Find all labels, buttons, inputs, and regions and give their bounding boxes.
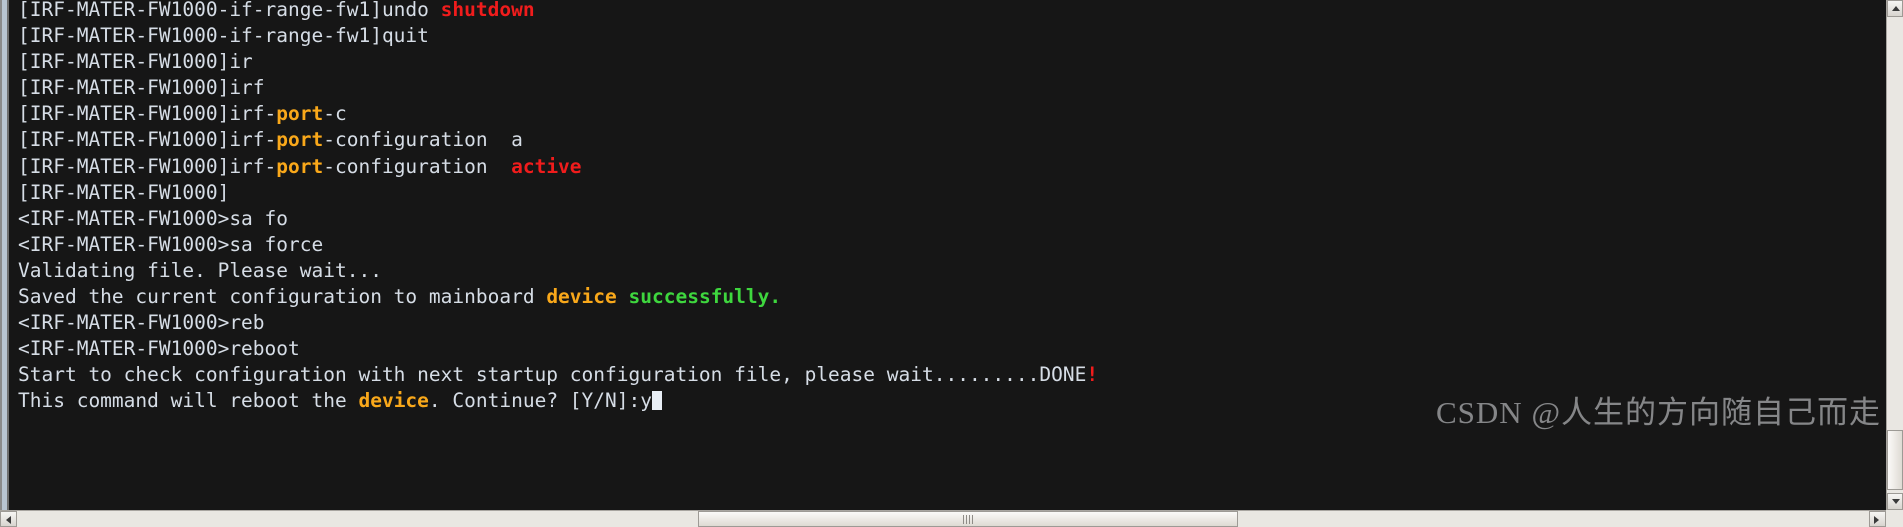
- terminal-line: [IRF-MATER-FW1000]irf-port-configuration…: [18, 154, 1878, 180]
- terminal-line: Saved the current configuration to mainb…: [18, 284, 1878, 310]
- terminal-text-run: port: [276, 102, 324, 126]
- terminal-line: <IRF-MATER-FW1000>sa force: [18, 232, 1878, 258]
- terminal-text-run: <IRF-MATER-FW1000>reboot: [18, 337, 300, 361]
- scrollbar-corner: [1886, 510, 1903, 527]
- terminal-line: [IRF-MATER-FW1000-if-range-fw1]quit: [18, 23, 1878, 49]
- terminal-line: [IRF-MATER-FW1000]ir: [18, 49, 1878, 75]
- terminal-text-run: [IRF-MATER-FW1000]irf-: [18, 154, 277, 178]
- terminal-text-run: successfully.: [628, 285, 782, 309]
- terminal-left-bevel: [0, 0, 13, 510]
- terminal-line: Validating file. Please wait...: [18, 258, 1878, 284]
- terminal-line: [IRF-MATER-FW1000]irf: [18, 75, 1878, 101]
- terminal-text-run: [IRF-MATER-FW1000-if-range-fw1]undo: [18, 0, 441, 21]
- terminal-text-run: [IRF-MATER-FW1000]: [18, 180, 230, 204]
- terminal-text-run: Saved the current configuration to mainb…: [18, 285, 547, 309]
- terminal-line: <IRF-MATER-FW1000>sa fo: [18, 206, 1878, 232]
- text-cursor: [651, 391, 662, 411]
- horizontal-scrollbar-track[interactable]: [18, 511, 1868, 527]
- terminal-line: <IRF-MATER-FW1000>reb: [18, 310, 1878, 336]
- terminal-text-run: -configuration: [323, 154, 512, 178]
- terminal-text-run: [IRF-MATER-FW1000]irf-: [18, 102, 277, 126]
- terminal-window: [IRF-MATER-FW1000-if-range-fw1]undo shut…: [0, 0, 1903, 527]
- terminal-line: [IRF-MATER-FW1000]irf-port-c: [18, 101, 1878, 127]
- terminal-text-run: This command will reboot the: [18, 389, 359, 413]
- scroll-left-arrow-icon[interactable]: [0, 511, 17, 527]
- terminal-text-run: [IRF-MATER-FW1000-if-range-fw1]quit: [18, 24, 429, 48]
- terminal-text-run: !: [1086, 363, 1099, 387]
- terminal-text-run: Validating file. Please wait...: [18, 258, 382, 282]
- terminal-text-run: port: [276, 154, 324, 178]
- terminal-text-run: [IRF-MATER-FW1000]ir: [18, 50, 253, 74]
- terminal-text-run: port: [276, 128, 324, 152]
- terminal-text-run: -c: [323, 102, 347, 126]
- terminal-line: This command will reboot the device. Con…: [18, 388, 1878, 414]
- scroll-right-arrow-icon[interactable]: [1869, 511, 1886, 527]
- vertical-scrollbar-thumb[interactable]: [1887, 430, 1903, 490]
- terminal-text-run: active: [511, 154, 582, 178]
- scroll-up-arrow-icon[interactable]: [1887, 0, 1903, 17]
- horizontal-scrollbar[interactable]: [0, 510, 1903, 527]
- horizontal-scrollbar-thumb[interactable]: [698, 511, 1238, 527]
- terminal-text-run: shutdown: [440, 0, 535, 21]
- terminal-line: [IRF-MATER-FW1000]: [18, 180, 1878, 206]
- scrollbar-grip-icon: [963, 515, 973, 524]
- terminal-viewport[interactable]: [IRF-MATER-FW1000-if-range-fw1]undo shut…: [0, 0, 1886, 510]
- terminal-text-run: device: [546, 285, 617, 309]
- vertical-scrollbar[interactable]: [1886, 0, 1903, 510]
- terminal-text-run: <IRF-MATER-FW1000>sa fo: [18, 206, 289, 230]
- terminal-text-run: . Continue? [Y/N]:y: [428, 389, 652, 413]
- terminal-line: Start to check configuration with next s…: [18, 362, 1878, 388]
- terminal-line: [IRF-MATER-FW1000]irf-port-configuration…: [18, 127, 1878, 153]
- terminal-text-run: [617, 285, 629, 308]
- terminal-text-run: [IRF-MATER-FW1000]irf: [18, 76, 265, 100]
- scroll-down-arrow-icon[interactable]: [1887, 493, 1903, 510]
- terminal-output[interactable]: [IRF-MATER-FW1000-if-range-fw1]undo shut…: [18, 0, 1878, 415]
- terminal-line: <IRF-MATER-FW1000>reboot: [18, 336, 1878, 362]
- terminal-text-run: Start to check configuration with next s…: [18, 363, 1087, 387]
- terminal-line: [IRF-MATER-FW1000-if-range-fw1]undo shut…: [18, 0, 1878, 23]
- terminal-text-run: <IRF-MATER-FW1000>sa force: [18, 232, 324, 256]
- terminal-text-run: device: [358, 389, 429, 413]
- terminal-text-run: [IRF-MATER-FW1000]irf-: [18, 128, 277, 152]
- terminal-text-run: <IRF-MATER-FW1000>reb: [18, 311, 265, 335]
- terminal-text-run: -configuration a: [323, 128, 523, 152]
